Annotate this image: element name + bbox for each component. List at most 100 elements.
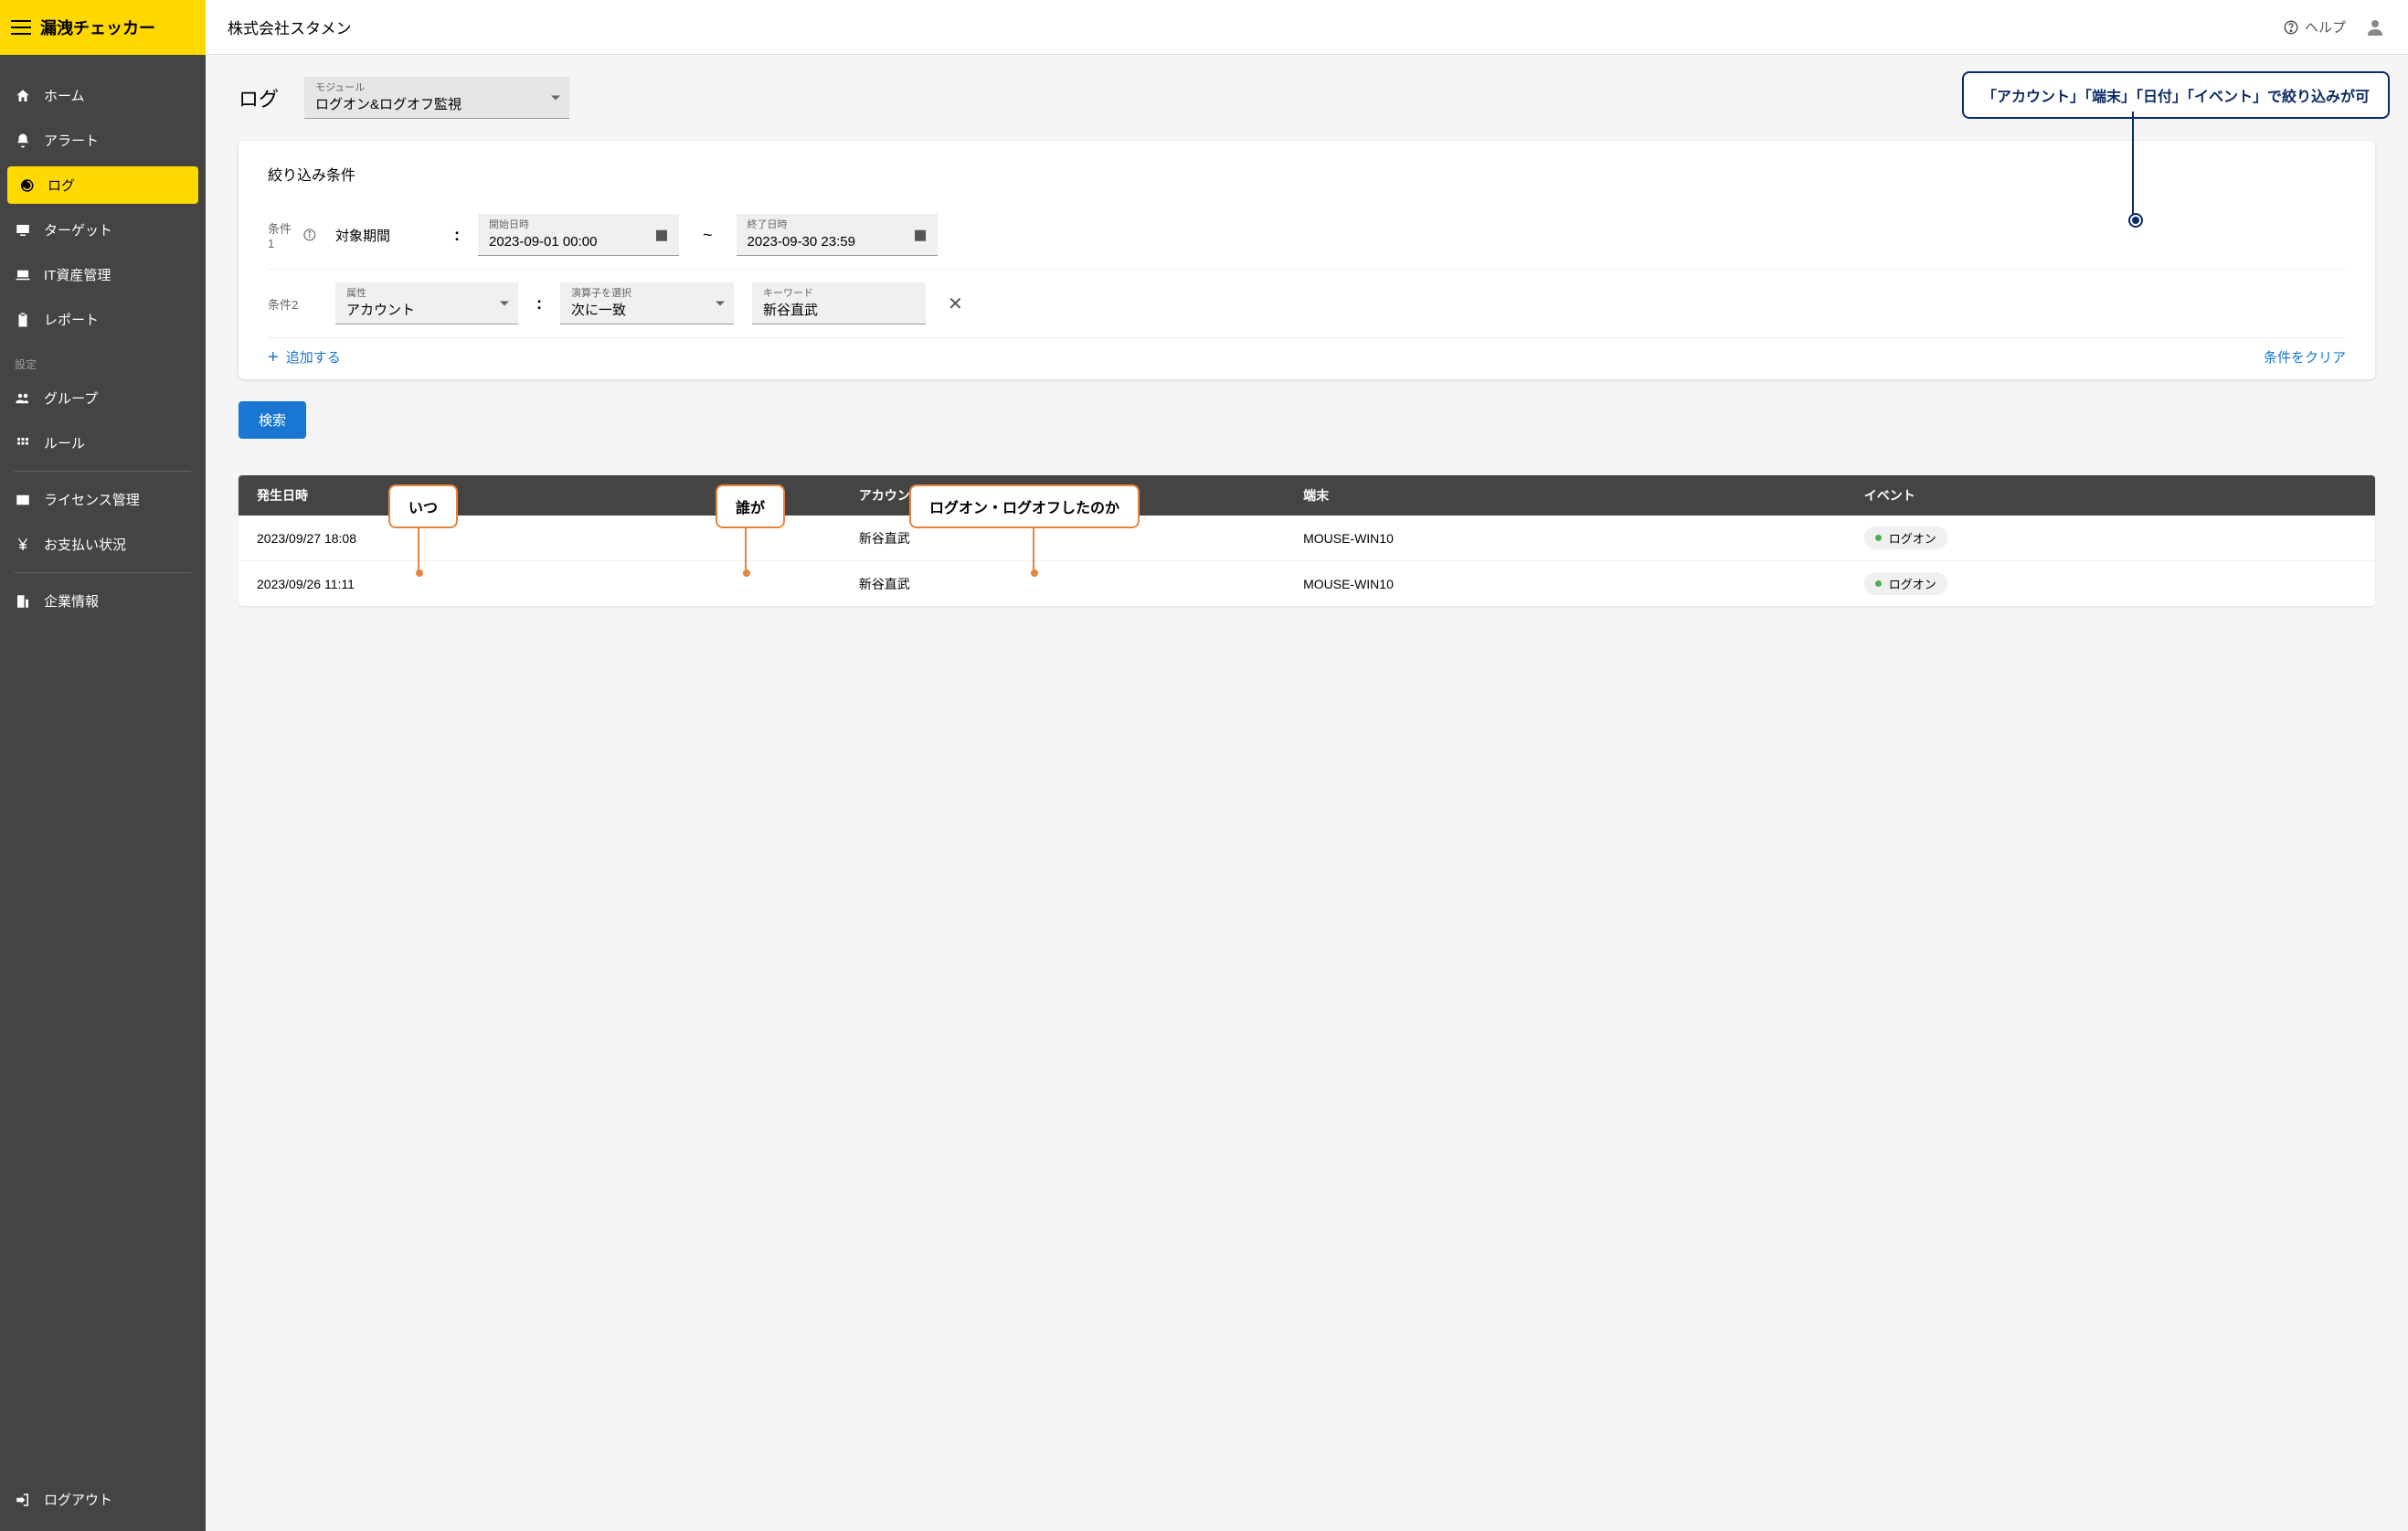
cond2-label: 条件2 — [268, 295, 317, 313]
clear-conditions-button[interactable]: 条件をクリア — [2264, 347, 2346, 367]
chevron-down-icon — [551, 95, 560, 100]
cell-event: ログオン — [1846, 516, 2375, 561]
cell-terminal: MOUSE-WIN10 — [1285, 516, 1846, 561]
content: ログ モジュール ログオン&ログオフ監視 絞り込み条件 条件1 対象期間 : 開… — [206, 55, 2408, 1531]
filter-card: 絞り込み条件 条件1 対象期間 : 開始日時 2023-09-01 00:00 … — [239, 141, 2375, 379]
sidebar-item-label: ライセンス管理 — [44, 490, 140, 509]
sidebar-item-alert[interactable]: アラート — [0, 118, 206, 163]
sidebar-item-label: ログ — [48, 175, 75, 195]
app-header: 漏洩チェッカー — [0, 0, 206, 55]
event-badge: ログオン — [1864, 572, 1947, 595]
field-label: 開始日時 — [489, 219, 653, 231]
sidebar-item-label: 企業情報 — [44, 591, 99, 611]
table-header-row: 発生日時 アカウント 端末 イベント — [239, 475, 2375, 516]
sidebar-item-label: IT資産管理 — [44, 265, 111, 284]
cell-datetime: 2023/09/26 11:11 — [239, 561, 841, 607]
table-row[interactable]: 2023/09/27 18:08 新谷直武 MOUSE-WIN10 ログオン — [239, 516, 2375, 561]
sidebar-divider — [15, 471, 191, 472]
field-label: 終了日時 — [748, 219, 912, 231]
sidebar-item-label: レポート — [44, 310, 99, 329]
group-icon — [15, 390, 31, 407]
table-row[interactable]: 2023/09/26 11:11 新谷直武 MOUSE-WIN10 ログオン — [239, 561, 2375, 607]
cell-account: 新谷直武 — [841, 561, 1285, 607]
operator-select[interactable]: 演算子を選択 次に一致 — [560, 282, 734, 324]
field-value: 次に一致 — [571, 301, 708, 320]
add-label: 追加する — [286, 347, 341, 367]
status-dot-icon — [1875, 535, 1882, 541]
info-icon[interactable] — [302, 228, 317, 242]
field-value: ログオン&ログオフ監視 — [315, 95, 544, 114]
sidebar-item-label: ホーム — [44, 86, 85, 105]
sidebar-item-group[interactable]: グループ — [0, 376, 206, 420]
sidebar-item-label: グループ — [44, 388, 98, 408]
sidebar-heading-settings: 設定 — [0, 342, 206, 376]
sidebar-nav: ホーム アラート ログ ターゲット IT資産管理 レポート 設定 グループ — [0, 55, 206, 623]
search-button[interactable]: 検索 — [239, 401, 306, 439]
start-datetime-field[interactable]: 開始日時 2023-09-01 00:00 — [478, 214, 679, 256]
main: 株式会社スタメン ヘルプ ログ モジュール ログオン&ログオフ監視 絞り込み条件… — [206, 0, 2408, 1531]
help-label: ヘルプ — [2305, 17, 2346, 37]
field-label: 演算子を選択 — [571, 288, 708, 300]
status-dot-icon — [1875, 580, 1882, 587]
condition-row-1: 条件1 対象期間 : 開始日時 2023-09-01 00:00 ~ 終了日時 … — [268, 201, 2346, 269]
plus-icon: + — [268, 348, 279, 367]
sidebar: 漏洩チェッカー ホーム アラート ログ ターゲット IT資産管理 レポート 設定 — [0, 0, 206, 1531]
field-value: アカウント — [346, 301, 493, 320]
sidebar-item-label: ログアウト — [44, 1490, 112, 1509]
col-terminal: 端末 — [1285, 475, 1846, 516]
cell-terminal: MOUSE-WIN10 — [1285, 561, 1846, 607]
logout-icon — [15, 1492, 31, 1508]
cell-account: 新谷直武 — [841, 516, 1285, 561]
col-account: アカウント — [841, 475, 1285, 516]
filter-actions: + 追加する 条件をクリア — [268, 337, 2346, 367]
field-value: 2023-09-01 00:00 — [489, 232, 653, 251]
building-icon — [15, 593, 31, 610]
grid-icon — [15, 435, 31, 452]
sidebar-item-logout[interactable]: ログアウト — [0, 1477, 206, 1531]
condition-row-2: 条件2 属性 アカウント : 演算子を選択 次に一致 キーワード 新谷直武 ✕ — [268, 269, 2346, 337]
hamburger-icon[interactable] — [11, 20, 31, 35]
event-badge: ログオン — [1864, 526, 1947, 549]
chevron-down-icon — [500, 301, 509, 305]
sidebar-item-itasset[interactable]: IT資産管理 — [0, 252, 206, 297]
sidebar-item-label: アラート — [44, 131, 99, 150]
attribute-select[interactable]: 属性 アカウント — [335, 282, 518, 324]
end-datetime-field[interactable]: 終了日時 2023-09-30 23:59 — [737, 214, 938, 256]
cell-datetime: 2023/09/27 18:08 — [239, 516, 841, 561]
bell-icon — [15, 133, 31, 149]
sidebar-item-target[interactable]: ターゲット — [0, 207, 206, 252]
col-event: イベント — [1846, 475, 2375, 516]
module-select[interactable]: モジュール ログオン&ログオフ監視 — [304, 77, 569, 119]
calendar-icon — [653, 227, 670, 243]
page-heading-row: ログ モジュール ログオン&ログオフ監視 — [239, 77, 2375, 119]
sidebar-item-company[interactable]: 企業情報 — [0, 579, 206, 623]
colon: : — [454, 226, 460, 245]
avatar-icon[interactable] — [2364, 16, 2386, 38]
history-icon — [18, 177, 35, 194]
tilde: ~ — [697, 226, 718, 245]
keyword-input[interactable]: キーワード 新谷直武 — [752, 282, 926, 324]
sidebar-item-report[interactable]: レポート — [0, 297, 206, 342]
monitor-user-icon — [15, 222, 31, 239]
calendar-icon — [912, 227, 928, 243]
sidebar-item-rule[interactable]: ルール — [0, 420, 206, 465]
cond1-name: 対象期間 — [335, 226, 436, 245]
page-title: ログ — [239, 83, 279, 112]
sidebar-item-label: ターゲット — [44, 220, 112, 239]
yen-icon — [15, 537, 31, 553]
help-icon — [2283, 19, 2299, 36]
sidebar-item-license[interactable]: ライセンス管理 — [0, 477, 206, 522]
add-condition-button[interactable]: + 追加する — [268, 347, 341, 367]
sidebar-item-payment[interactable]: お支払い状況 — [0, 522, 206, 567]
cond1-label: 条件1 — [268, 219, 317, 250]
cell-event: ログオン — [1846, 561, 2375, 607]
field-value: 新谷直武 — [763, 301, 900, 320]
topbar: 株式会社スタメン ヘルプ — [206, 0, 2408, 55]
field-label: モジュール — [315, 82, 544, 94]
chevron-down-icon — [716, 301, 725, 305]
sidebar-item-home[interactable]: ホーム — [0, 73, 206, 118]
sidebar-item-log[interactable]: ログ — [7, 166, 198, 204]
help-link[interactable]: ヘルプ — [2283, 17, 2346, 37]
app-title: 漏洩チェッカー — [40, 16, 155, 39]
remove-condition-button[interactable]: ✕ — [944, 292, 967, 315]
